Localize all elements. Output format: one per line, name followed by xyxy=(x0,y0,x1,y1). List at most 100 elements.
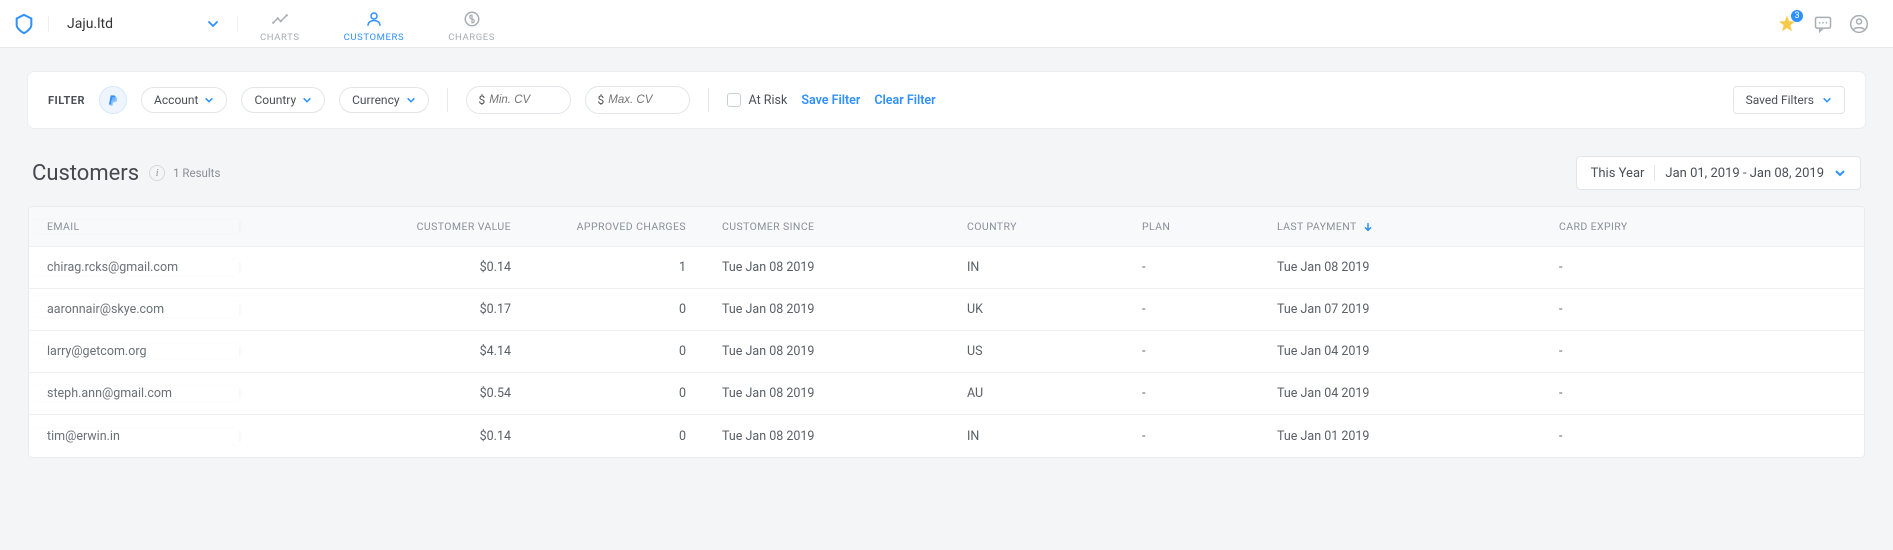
cell-since: Tue Jan 08 2019 xyxy=(704,302,949,317)
chevron-down-icon xyxy=(204,95,214,105)
cell-plan: - xyxy=(1124,260,1259,275)
cell-value: $0.14 xyxy=(239,429,529,444)
topbar-left: Jaju.ltd CHARTS CUSTOMERS xyxy=(0,0,517,47)
col-header-value[interactable]: CUSTOMER VALUE xyxy=(239,220,529,233)
main-container: FILTER Account Country Currency $ $ xyxy=(0,48,1893,482)
page-title: Customers xyxy=(32,161,139,186)
cell-approved: 0 xyxy=(529,302,704,317)
dollar-icon: $ xyxy=(598,93,605,107)
chevron-down-icon xyxy=(1822,95,1832,105)
app-logo[interactable] xyxy=(0,13,48,35)
filter-min-cv[interactable]: $ xyxy=(466,86,571,114)
cell-last-payment: Tue Jan 08 2019 xyxy=(1259,260,1541,275)
cell-plan: - xyxy=(1124,344,1259,359)
col-header-since[interactable]: CUSTOMER SINCE xyxy=(704,220,949,233)
cell-email: chirag.rcks@gmail.com xyxy=(29,260,239,275)
cell-last-payment: Tue Jan 04 2019 xyxy=(1259,344,1541,359)
cell-card-expiry: - xyxy=(1541,429,1864,444)
chevron-down-icon xyxy=(1834,167,1846,179)
page-header: Customers i 1 Results This Year Jan 01, … xyxy=(32,156,1861,190)
filter-max-cv-input[interactable] xyxy=(608,94,676,106)
filter-label: FILTER xyxy=(48,94,85,107)
cell-last-payment: Tue Jan 07 2019 xyxy=(1259,302,1541,317)
cell-card-expiry: - xyxy=(1541,302,1864,317)
info-icon[interactable]: i xyxy=(149,165,165,181)
cell-last-payment: Tue Jan 01 2019 xyxy=(1259,429,1541,444)
topbar: Jaju.ltd CHARTS CUSTOMERS xyxy=(0,0,1893,48)
date-range-picker[interactable]: This Year Jan 01, 2019 - Jan 08, 2019 xyxy=(1576,156,1861,190)
cell-email: tim@erwin.in xyxy=(29,429,239,444)
nav-charges-label: CHARGES xyxy=(448,32,495,43)
charges-icon xyxy=(463,10,481,28)
cell-value: $0.17 xyxy=(239,302,529,317)
table-row[interactable]: steph.ann@gmail.com$0.540Tue Jan 08 2019… xyxy=(29,373,1864,415)
filter-account[interactable]: Account xyxy=(141,87,227,113)
chevron-down-icon xyxy=(302,95,312,105)
filter-provider-button[interactable] xyxy=(99,86,127,114)
nav-charts[interactable]: CHARTS xyxy=(238,4,322,43)
col-header-card-expiry[interactable]: CARD EXPIRY xyxy=(1541,220,1864,233)
col-header-country[interactable]: COUNTRY xyxy=(949,220,1124,233)
table-row[interactable]: chirag.rcks@gmail.com$0.141Tue Jan 08 20… xyxy=(29,247,1864,289)
sort-down-icon xyxy=(1363,222,1373,232)
chevron-down-icon xyxy=(406,95,416,105)
filter-bar: FILTER Account Country Currency $ $ xyxy=(28,72,1865,128)
cell-plan: - xyxy=(1124,429,1259,444)
cell-country: US xyxy=(949,344,1124,359)
cell-approved: 0 xyxy=(529,386,704,401)
cell-value: $0.54 xyxy=(239,386,529,401)
table-row[interactable]: aaronnair@skye.com$0.170Tue Jan 08 2019U… xyxy=(29,289,1864,331)
messages-button[interactable] xyxy=(1813,14,1833,34)
top-nav: CHARTS CUSTOMERS CHARGES xyxy=(238,4,517,43)
customers-icon xyxy=(365,10,383,28)
col-header-approved[interactable]: APPROVED CHARGES xyxy=(529,220,704,233)
divider xyxy=(708,88,709,112)
cell-card-expiry: - xyxy=(1541,260,1864,275)
filter-country[interactable]: Country xyxy=(241,87,325,113)
cell-card-expiry: - xyxy=(1541,386,1864,401)
cell-approved: 1 xyxy=(529,260,704,275)
nav-customers-label: CUSTOMERS xyxy=(344,32,405,43)
saved-filters-label: Saved Filters xyxy=(1746,93,1814,107)
save-filter-button[interactable]: Save Filter xyxy=(801,93,860,108)
col-header-last-payment[interactable]: LAST PAYMENT xyxy=(1259,220,1541,233)
nav-charges[interactable]: CHARGES xyxy=(426,4,517,43)
filter-max-cv[interactable]: $ xyxy=(585,86,690,114)
table-row[interactable]: tim@erwin.in$0.140Tue Jan 08 2019IN-Tue … xyxy=(29,415,1864,457)
table-header-row: EMAIL CUSTOMER VALUE APPROVED CHARGES CU… xyxy=(29,207,1864,247)
profile-icon xyxy=(1849,14,1869,34)
site-name: Jaju.ltd xyxy=(67,16,113,32)
notifications-star[interactable]: 3 xyxy=(1777,14,1797,34)
site-picker[interactable]: Jaju.ltd xyxy=(48,16,238,32)
table-row[interactable]: larry@getcom.org$4.140Tue Jan 08 2019US-… xyxy=(29,331,1864,373)
col-header-plan[interactable]: PLAN xyxy=(1124,220,1259,233)
nav-customers[interactable]: CUSTOMERS xyxy=(322,4,427,43)
cell-approved: 0 xyxy=(529,429,704,444)
filter-min-cv-input[interactable] xyxy=(489,94,557,106)
cell-country: UK xyxy=(949,302,1124,317)
cell-email: aaronnair@skye.com xyxy=(29,302,239,317)
star-badge: 3 xyxy=(1791,10,1803,22)
filter-currency[interactable]: Currency xyxy=(339,87,428,113)
cell-email: larry@getcom.org xyxy=(29,344,239,359)
profile-button[interactable] xyxy=(1849,14,1869,34)
cell-since: Tue Jan 08 2019 xyxy=(704,260,949,275)
filter-account-label: Account xyxy=(154,93,198,107)
cell-approved: 0 xyxy=(529,344,704,359)
cell-value: $0.14 xyxy=(239,260,529,275)
clear-filter-button[interactable]: Clear Filter xyxy=(874,93,935,108)
col-header-email[interactable]: EMAIL xyxy=(29,220,239,233)
cell-country: AU xyxy=(949,386,1124,401)
cell-last-payment: Tue Jan 04 2019 xyxy=(1259,386,1541,401)
charts-icon xyxy=(271,10,289,28)
chevron-down-icon xyxy=(207,18,219,30)
cell-since: Tue Jan 08 2019 xyxy=(704,386,949,401)
cell-country: IN xyxy=(949,260,1124,275)
cell-email: steph.ann@gmail.com xyxy=(29,386,239,401)
cell-value: $4.14 xyxy=(239,344,529,359)
filter-currency-label: Currency xyxy=(352,93,399,107)
cell-since: Tue Jan 08 2019 xyxy=(704,429,949,444)
cell-since: Tue Jan 08 2019 xyxy=(704,344,949,359)
saved-filters-button[interactable]: Saved Filters xyxy=(1733,86,1845,114)
filter-at-risk[interactable]: At Risk xyxy=(727,93,788,108)
